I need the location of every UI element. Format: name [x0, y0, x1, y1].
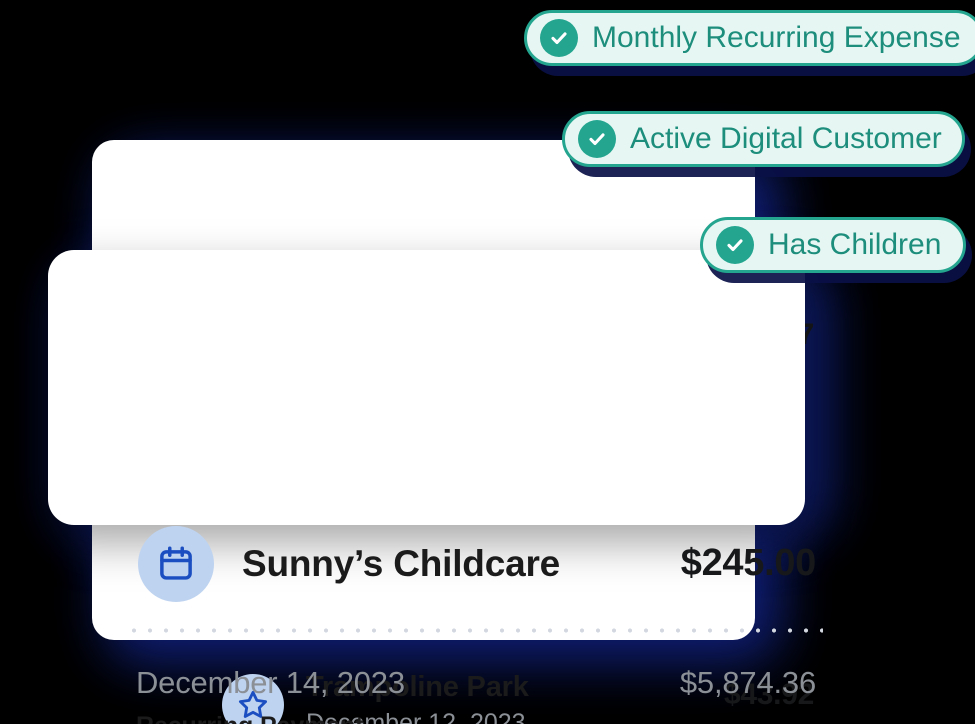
badge-monthly-recurring-expense[interactable]: Monthly Recurring Expense [524, 10, 975, 66]
transaction-text: Sunny’s Childcare [242, 542, 560, 586]
check-circle-icon [716, 226, 754, 264]
badge-label: Monthly Recurring Expense [592, 21, 961, 54]
badge-label: Has Children [768, 228, 942, 261]
transaction-card-front[interactable]: Sunny’s Childcare $245.00 December 14, 2… [48, 250, 823, 724]
summary-date: December 14, 2023 [136, 665, 405, 700]
badge-label: Active Digital Customer [630, 122, 942, 155]
calendar-icon [138, 526, 214, 602]
screenshot-stage: Fix-a-Car Repair December 16, 2023 $143.… [0, 0, 975, 724]
transaction-amount: $245.00 [680, 542, 817, 584]
check-circle-icon [540, 19, 578, 57]
summary-label: Recurring Payment [136, 712, 364, 724]
summary-amount: $5,874.36 [679, 665, 816, 700]
merchant-name: Sunny’s Childcare [242, 543, 561, 584]
dotted-divider [126, 628, 823, 633]
transaction-row[interactable]: Sunny’s Childcare [138, 526, 560, 602]
check-circle-icon [578, 120, 616, 158]
badge-active-digital-customer[interactable]: Active Digital Customer [562, 111, 965, 167]
badge-has-children[interactable]: Has Children [700, 217, 967, 273]
